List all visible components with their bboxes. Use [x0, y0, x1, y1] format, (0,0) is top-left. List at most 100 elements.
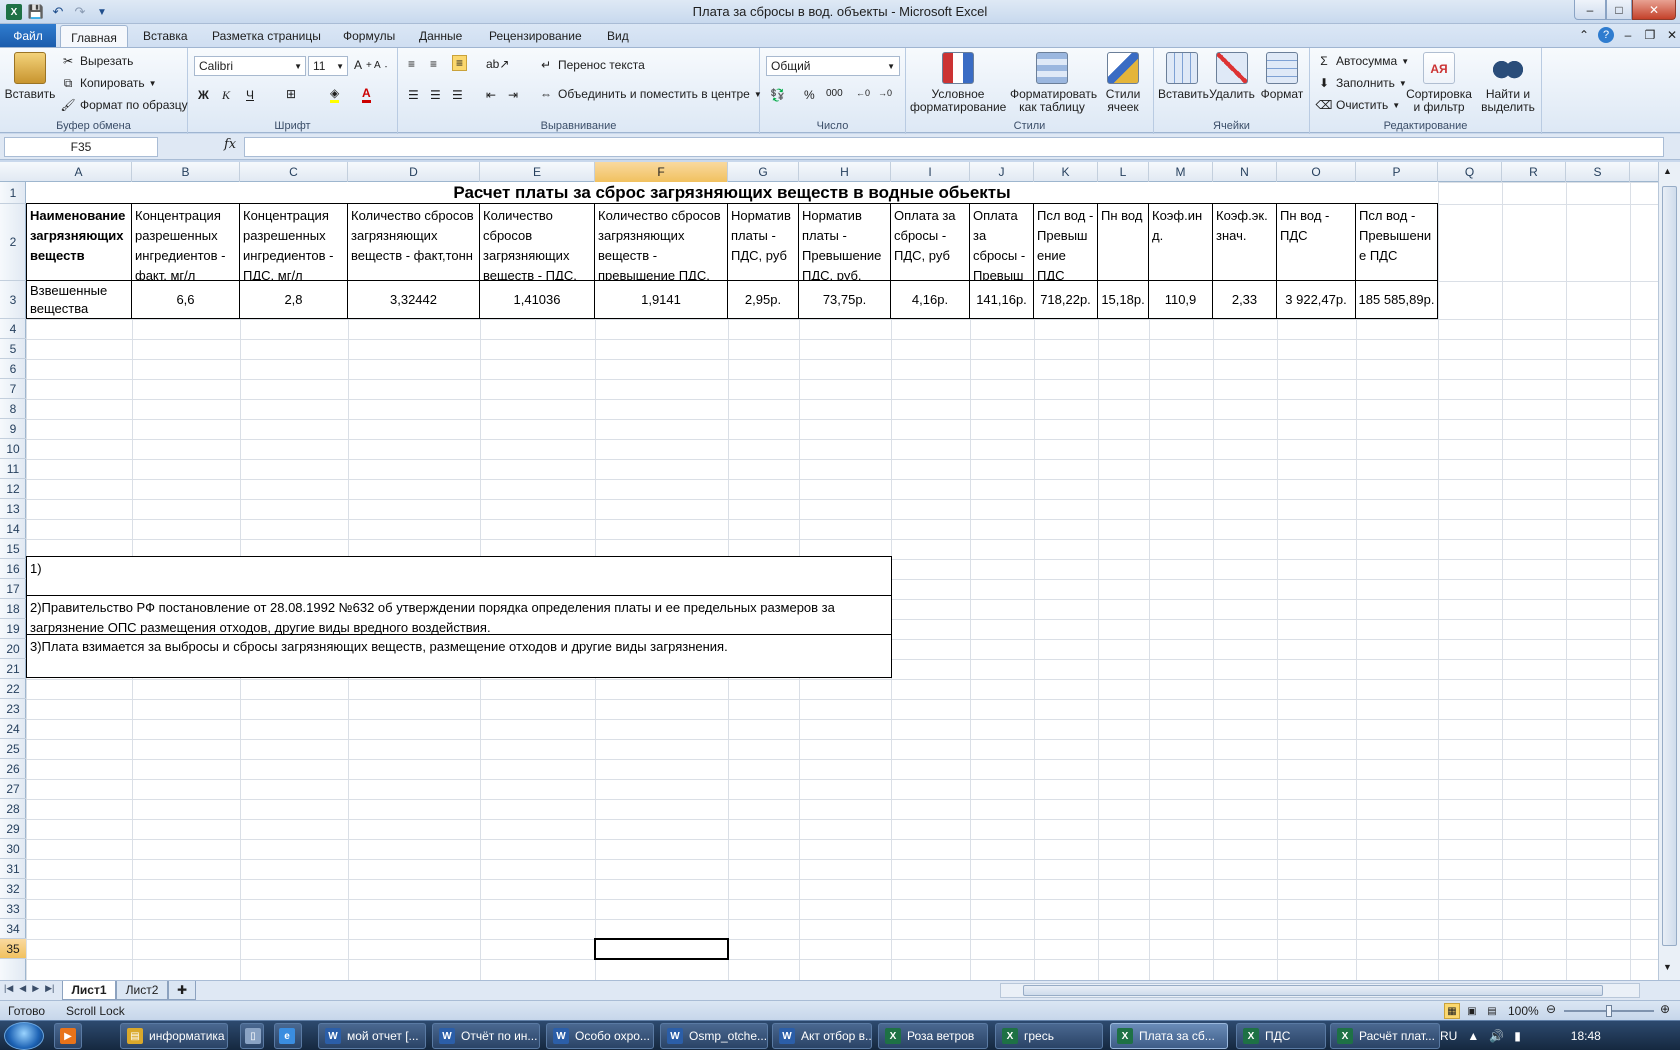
- doc-minimize-icon[interactable]: –: [1620, 27, 1636, 43]
- scroll-up-icon[interactable]: ▲: [1663, 166, 1672, 176]
- worksheet-grid[interactable]: ABCDEFGHIJKLMNOPQRS 1 2 3 4 5 6 7 8 9 10 11 12 13 14 1…: [0, 162, 1658, 980]
- row-header-29[interactable]: 29: [0, 819, 26, 839]
- paste-button[interactable]: Вставить: [4, 52, 56, 101]
- header-cell-n[interactable]: Коэф.эк. знач.: [1212, 203, 1277, 281]
- collapse-ribbon-icon[interactable]: ⌃: [1576, 27, 1592, 43]
- column-header-e[interactable]: E: [480, 162, 595, 182]
- data-cell-d3[interactable]: 3,32442: [347, 280, 480, 319]
- header-cell-h[interactable]: Норматив платы - Превышение ПДС, руб.: [798, 203, 891, 281]
- active-cell[interactable]: [594, 938, 729, 960]
- notepad-icon[interactable]: ▯: [240, 1023, 264, 1049]
- note-1[interactable]: 1): [26, 556, 892, 596]
- row-header-35[interactable]: 35: [0, 939, 26, 959]
- taskbar-item-7[interactable]: X Роза ветров: [878, 1023, 988, 1049]
- taskbar-item-2[interactable]: Wмой отчет [...: [318, 1023, 426, 1049]
- data-cell-b3[interactable]: 6,6: [131, 280, 240, 319]
- row-header-6[interactable]: 6: [0, 359, 26, 379]
- row-header-14[interactable]: 14: [0, 519, 26, 539]
- insert-cells-button[interactable]: Вставить: [1158, 52, 1209, 101]
- row-header-21[interactable]: 21: [0, 659, 26, 679]
- header-cell-j[interactable]: Оплата за сбросы - Превыш: [969, 203, 1034, 281]
- shrink-font-icon[interactable]: A-: [374, 60, 387, 71]
- zoom-out-icon[interactable]: ⊖: [1546, 1002, 1556, 1016]
- data-cell-c3[interactable]: 2,8: [239, 280, 348, 319]
- row-header-18[interactable]: 18: [0, 599, 26, 619]
- header-cell-b[interactable]: Концентрация разрешенных ингредиентов - …: [131, 203, 240, 281]
- tab-review[interactable]: Рецензирование: [489, 24, 582, 48]
- decrease-decimal-icon[interactable]: →0: [878, 88, 892, 98]
- network-icon[interactable]: ▮: [1514, 1029, 1521, 1043]
- row-header-7[interactable]: 7: [0, 379, 26, 399]
- align-middle-icon[interactable]: ≡: [430, 57, 437, 71]
- maximize-button[interactable]: □: [1606, 0, 1632, 20]
- font-name-select[interactable]: Calibri ▼: [194, 56, 306, 76]
- autosum-button[interactable]: Σ Автосумма ▼: [1316, 53, 1409, 69]
- tray-expand-icon[interactable]: ▲: [1467, 1029, 1479, 1043]
- new-sheet-icon[interactable]: ✚: [168, 981, 196, 1000]
- row-header-16[interactable]: 16: [0, 559, 26, 579]
- prev-sheet-icon[interactable]: ◀: [19, 983, 26, 994]
- data-cell-n3[interactable]: 2,33: [1212, 280, 1277, 319]
- row-header-30[interactable]: 30: [0, 839, 26, 859]
- header-cell-a[interactable]: Наименование загрязняющих веществ: [26, 203, 132, 281]
- fill-color-icon[interactable]: ◈: [330, 86, 340, 103]
- media-player-icon[interactable]: ▶: [54, 1023, 82, 1049]
- language-indicator[interactable]: RU: [1440, 1029, 1457, 1043]
- next-sheet-icon[interactable]: ▶: [32, 983, 39, 994]
- sort-filter-button[interactable]: AЯ Сортировка и фильтр: [1404, 52, 1474, 114]
- align-right-icon[interactable]: ☰: [452, 88, 463, 102]
- row-header-12[interactable]: 12: [0, 479, 26, 499]
- normal-view-icon[interactable]: ▦: [1444, 1003, 1460, 1019]
- column-header-i[interactable]: I: [891, 162, 970, 182]
- tab-insert[interactable]: Вставка: [143, 24, 188, 48]
- row-header-5[interactable]: 5: [0, 339, 26, 359]
- column-header-c[interactable]: C: [240, 162, 348, 182]
- tab-view[interactable]: Вид: [607, 24, 629, 48]
- zoom-in-icon[interactable]: ⊕: [1660, 1002, 1670, 1016]
- row-header-3[interactable]: 3: [0, 281, 26, 319]
- column-header-f[interactable]: F: [595, 162, 728, 182]
- clock[interactable]: 18:48: [1571, 1029, 1601, 1043]
- tab-page-layout[interactable]: Разметка страницы: [212, 24, 321, 48]
- row-header-34[interactable]: 34: [0, 919, 26, 939]
- cells-area[interactable]: Расчет платы за сброс загрязняющих вещес…: [26, 182, 1658, 980]
- fill-button[interactable]: ⬇ Заполнить ▼: [1316, 75, 1407, 91]
- header-cell-d[interactable]: Количество сбросов загрязняющих веществ …: [347, 203, 480, 281]
- underline-button[interactable]: Ч: [246, 88, 254, 102]
- format-painter-button[interactable]: 🖌 Формат по образцу: [60, 97, 187, 113]
- sheet-tab-1[interactable]: Лист1: [62, 981, 116, 1000]
- row-header-4[interactable]: 4: [0, 319, 26, 339]
- row-header-9[interactable]: 9: [0, 419, 26, 439]
- sheet-title[interactable]: Расчет платы за сброс загрязняющих вещес…: [26, 182, 1438, 204]
- align-top-icon[interactable]: ≡: [408, 57, 415, 71]
- data-cell-i3[interactable]: 4,16р.: [890, 280, 970, 319]
- doc-close-icon[interactable]: ✕: [1664, 27, 1680, 43]
- column-header-h[interactable]: H: [799, 162, 891, 182]
- column-header-o[interactable]: O: [1277, 162, 1356, 182]
- row-header-19[interactable]: 19: [0, 619, 26, 639]
- data-cell-h3[interactable]: 73,75р.: [798, 280, 891, 319]
- header-cell-p[interactable]: Псл вод - Превышение ПДС: [1355, 203, 1438, 281]
- data-cell-j3[interactable]: 141,16р.: [969, 280, 1034, 319]
- header-cell-f[interactable]: Количество сбросов загрязняющих веществ …: [594, 203, 728, 281]
- data-cell-e3[interactable]: 1,41036: [479, 280, 595, 319]
- data-cell-k3[interactable]: 718,22р.: [1033, 280, 1098, 319]
- note-2[interactable]: 2)Правительство РФ постановление от 28.0…: [26, 595, 892, 635]
- last-sheet-icon[interactable]: ▶|: [45, 983, 54, 994]
- vertical-scrollbar[interactable]: ▲ ▼: [1658, 162, 1680, 980]
- tab-formulas[interactable]: Формулы: [343, 24, 395, 48]
- sheet-tab-2[interactable]: Лист2: [116, 981, 168, 1000]
- column-header-l[interactable]: L: [1098, 162, 1149, 182]
- align-bottom-icon[interactable]: ≡: [452, 55, 468, 71]
- zoom-level[interactable]: 100%: [1508, 1004, 1539, 1018]
- taskbar-item-1[interactable]: ▤ информатика: [120, 1023, 228, 1049]
- page-break-view-icon[interactable]: ▤: [1484, 1003, 1500, 1019]
- zoom-slider-thumb[interactable]: [1606, 1005, 1612, 1017]
- decrease-indent-icon[interactable]: ⇤: [486, 88, 496, 102]
- data-cell-f3[interactable]: 1,9141: [594, 280, 728, 319]
- column-header-a[interactable]: A: [26, 162, 132, 182]
- taskbar-item-4[interactable]: W Особо охро...: [546, 1023, 654, 1049]
- cut-button[interactable]: ✂ Вырезать: [60, 53, 133, 69]
- help-icon[interactable]: ?: [1598, 27, 1614, 43]
- row-header-13[interactable]: 13: [0, 499, 26, 519]
